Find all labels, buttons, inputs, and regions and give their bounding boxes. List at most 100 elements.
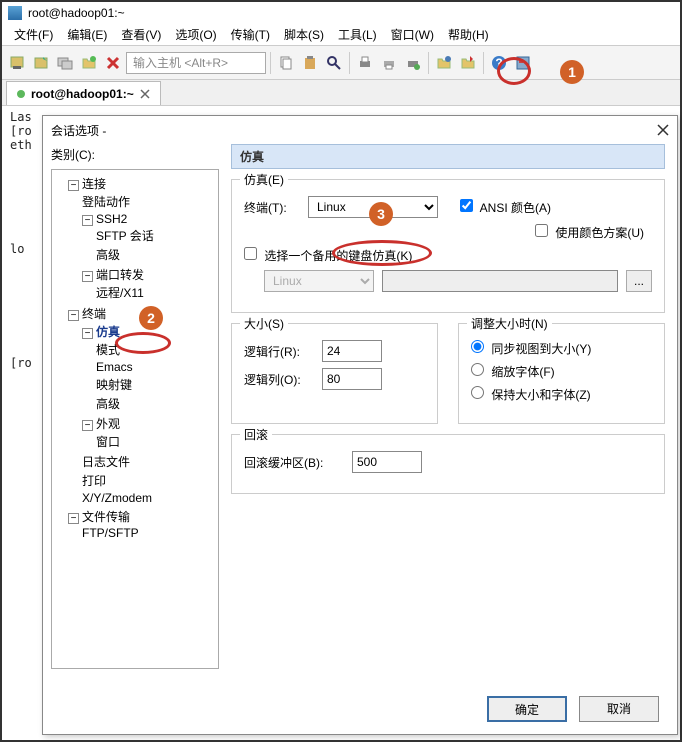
collapse-icon[interactable]: − — [82, 271, 93, 282]
tree-terminal[interactable]: 终端 — [82, 307, 106, 321]
ok-button[interactable]: 确定 — [487, 696, 567, 722]
scrollback-label: 回滚缓冲区(B): — [244, 454, 344, 471]
collapse-icon[interactable]: − — [82, 420, 93, 431]
tool-printer-icon[interactable] — [378, 52, 400, 74]
resize-legend: 调整大小时(N) — [467, 315, 552, 332]
app-icon — [8, 6, 22, 20]
session-tab[interactable]: root@hadoop01:~ — [6, 81, 161, 105]
annotation-badge-2: 2 — [139, 306, 163, 330]
tree-emulation[interactable]: 仿真 — [96, 325, 120, 339]
collapse-icon[interactable]: − — [68, 310, 79, 321]
tree-filetransfer[interactable]: 文件传输 — [82, 510, 130, 524]
menu-file[interactable]: 文件(F) — [8, 24, 59, 45]
tree-remote-x11[interactable]: 远程/X11 — [96, 283, 216, 302]
tool-about-icon[interactable] — [512, 52, 534, 74]
category-tree[interactable]: −连接 登陆动作 −SSH2 SFTP 会话 高级 −端口转发 远程/X11 — [51, 169, 219, 669]
scrollback-group: 回滚 回滚缓冲区(B): — [231, 434, 665, 494]
tool-help-icon[interactable]: ? — [488, 52, 510, 74]
collapse-icon[interactable]: − — [82, 215, 93, 226]
tool-print-setup-icon[interactable] — [402, 52, 424, 74]
menu-window[interactable]: 窗口(W) — [385, 24, 440, 45]
tree-ftpsftp[interactable]: FTP/SFTP — [82, 525, 216, 541]
host-input[interactable]: 输入主机 <Alt+R> — [126, 52, 266, 74]
collapse-icon[interactable]: − — [82, 328, 93, 339]
tree-portfwd[interactable]: 端口转发 — [96, 268, 144, 282]
menu-script[interactable]: 脚本(S) — [278, 24, 330, 45]
dialog-title: 会话选项 - — [51, 122, 106, 139]
collapse-icon[interactable]: − — [68, 513, 79, 524]
tree-appearance[interactable]: 外观 — [96, 417, 120, 431]
tool-session-options-icon[interactable] — [433, 52, 455, 74]
tree-advanced2[interactable]: 高级 — [96, 394, 216, 413]
dialog-titlebar: 会话选项 - — [43, 116, 677, 144]
ansi-color-checkbox[interactable]: ANSI 颜色(A) — [460, 199, 551, 216]
separator-icon — [349, 52, 350, 74]
dialog-buttons: 确定 取消 — [43, 684, 677, 734]
resize-scale-radio[interactable]: 缩放字体(F) — [471, 363, 555, 380]
tab-label: root@hadoop01:~ — [31, 87, 134, 101]
alt-keyboard-select: Linux — [264, 270, 374, 292]
alt-keyboard-checkbox[interactable]: 选择一个备用的键盘仿真(K) — [244, 247, 412, 264]
dialog-close-icon[interactable] — [657, 124, 669, 136]
tool-disconnect-icon[interactable] — [102, 52, 124, 74]
tool-reconnect-icon[interactable] — [54, 52, 76, 74]
tree-window[interactable]: 窗口 — [96, 432, 216, 451]
cols-input[interactable] — [322, 368, 382, 390]
separator-icon — [428, 52, 429, 74]
tree-advanced[interactable]: 高级 — [96, 245, 216, 264]
separator-icon — [270, 52, 271, 74]
titlebar: root@hadoop01:~ — [2, 2, 680, 24]
tree-modes[interactable]: 模式 — [96, 340, 216, 359]
tree-mappedkeys[interactable]: 映射键 — [96, 375, 216, 394]
annotation-badge-1: 1 — [560, 60, 584, 84]
resize-sync-radio[interactable]: 同步视图到大小(Y) — [471, 340, 591, 357]
color-scheme-checkbox[interactable]: 使用颜色方案(U) — [535, 224, 644, 241]
tabbar: root@hadoop01:~ — [2, 80, 680, 106]
cancel-button[interactable]: 取消 — [579, 696, 659, 722]
tool-connect-icon[interactable] — [6, 52, 28, 74]
menu-edit[interactable]: 编辑(E) — [61, 24, 113, 45]
menu-help[interactable]: 帮助(H) — [442, 24, 495, 45]
tree-print[interactable]: 打印 — [82, 471, 216, 490]
tree-logon[interactable]: 登陆动作 — [82, 192, 216, 211]
menu-tools[interactable]: 工具(L) — [332, 24, 383, 45]
scrollback-legend: 回滚 — [240, 426, 272, 443]
menubar: 文件(F) 编辑(E) 查看(V) 选项(O) 传输(T) 脚本(S) 工具(L… — [2, 24, 680, 46]
cols-label: 逻辑列(O): — [244, 371, 314, 388]
tool-global-options-icon[interactable] — [457, 52, 479, 74]
tool-quick-connect-icon[interactable] — [30, 52, 52, 74]
tool-copy-icon[interactable] — [275, 52, 297, 74]
tree-ssh2[interactable]: SSH2 — [96, 212, 127, 226]
emulation-legend: 仿真(E) — [240, 171, 288, 188]
terminal-label: 终端(T): — [244, 199, 300, 216]
tool-find-icon[interactable] — [323, 52, 345, 74]
category-label: 类别(C): — [43, 144, 227, 169]
emulation-group: 仿真(E) 终端(T): Linux ANSI 颜色(A) 使用颜色方案(U) … — [231, 179, 665, 313]
size-legend: 大小(S) — [240, 315, 288, 332]
collapse-icon[interactable]: − — [68, 180, 79, 191]
tool-paste-icon[interactable] — [299, 52, 321, 74]
tree-connection[interactable]: 连接 — [82, 177, 106, 191]
size-group: 大小(S) 逻辑行(R): 逻辑列(O): — [231, 323, 438, 424]
tree-xyzmodem[interactable]: X/Y/Zmodem — [82, 490, 216, 506]
window-title: root@hadoop01:~ — [28, 6, 125, 20]
tree-logfile[interactable]: 日志文件 — [82, 452, 216, 471]
menu-view[interactable]: 查看(V) — [115, 24, 167, 45]
tree-sftp[interactable]: SFTP 会话 — [96, 226, 216, 245]
scrollback-input[interactable] — [352, 451, 422, 473]
session-options-dialog: 会话选项 - 类别(C): −连接 登陆动作 −SSH2 SFTP 会话 高级 — [42, 115, 678, 735]
emulation-panel: 仿真 仿真(E) 终端(T): Linux ANSI 颜色(A) 使用颜色方案(… — [227, 144, 677, 684]
rows-input[interactable] — [322, 340, 382, 362]
alt-keyboard-path — [382, 270, 618, 292]
tree-emacs[interactable]: Emacs — [96, 359, 216, 375]
tool-open-icon[interactable] — [78, 52, 100, 74]
panel-header: 仿真 — [231, 144, 665, 169]
menu-options[interactable]: 选项(O) — [169, 24, 222, 45]
menu-transfer[interactable]: 传输(T) — [225, 24, 276, 45]
tool-print-icon[interactable] — [354, 52, 376, 74]
resize-keep-radio[interactable]: 保持大小和字体(Z) — [471, 386, 591, 403]
close-icon[interactable] — [140, 89, 150, 99]
browse-button[interactable]: ... — [626, 270, 652, 292]
svg-text:?: ? — [495, 56, 502, 70]
status-dot-icon — [17, 90, 25, 98]
